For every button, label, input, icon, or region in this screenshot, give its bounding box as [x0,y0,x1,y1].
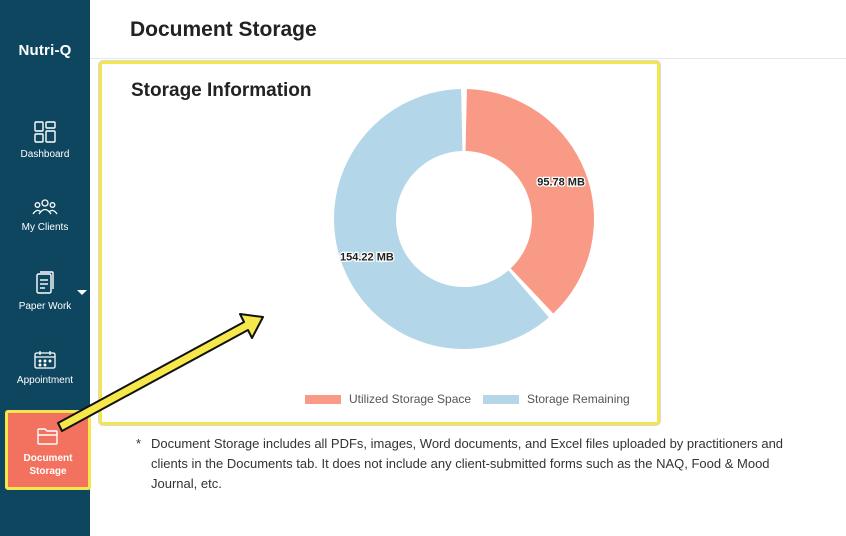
legend-item-remaining[interactable]: Storage Remaining [483,392,630,406]
page-title: Document Storage [130,18,317,41]
calendar-icon [34,351,56,369]
clients-icon [32,199,58,215]
legend-swatch [483,395,519,405]
legend-swatch [305,395,341,405]
dashboard-icon [34,121,56,143]
legend-item-utilized[interactable]: Utilized Storage Space [305,392,471,406]
sidebar-item-my-clients[interactable]: My Clients [0,197,90,234]
sidebar-item-dashboard[interactable]: Dashboard [0,120,90,161]
donut-slice[interactable] [465,89,594,314]
footnote-marker: * [136,436,142,451]
legend-label: Utilized Storage Space [349,392,472,406]
slice-data-label: 95.78 MB [537,177,585,189]
sidebar-item-document-storage[interactable]: Document Storage [5,410,91,490]
footnote-text: Document Storage includes all PDFs, imag… [151,436,784,491]
paperwork-icon [36,271,54,294]
sidebar-item-label: Storage [29,466,67,477]
sidebar: Nutri-Q Dashboard My Clients Paper Work [0,0,91,536]
top-bar: Document Storage [90,0,846,59]
storage-footnote: * Document Storage includes all PDFs, im… [136,434,816,494]
sidebar-item-label: Appointment [16,375,74,386]
legend-label: Storage Remaining [527,392,630,406]
sidebar-item-label: My Clients [21,222,69,233]
sidebar-item-label: Dashboard [20,149,70,160]
storage-donut-chart: 95.78 MB 154.22 MB [334,89,594,350]
sidebar-item-label: Paper Work [18,301,72,312]
sidebar-item-label: Document [23,453,73,464]
slice-data-label: 154.22 MB [340,251,394,263]
brand-logo: Nutri-Q [18,42,72,59]
folder-icon [37,428,58,445]
chevron-down-icon[interactable] [77,290,87,295]
storage-info-card: Storage Information 95.78 MB 154.22 MB Ut… [99,61,660,425]
sidebar-item-appointment[interactable]: Appointment [0,350,90,387]
